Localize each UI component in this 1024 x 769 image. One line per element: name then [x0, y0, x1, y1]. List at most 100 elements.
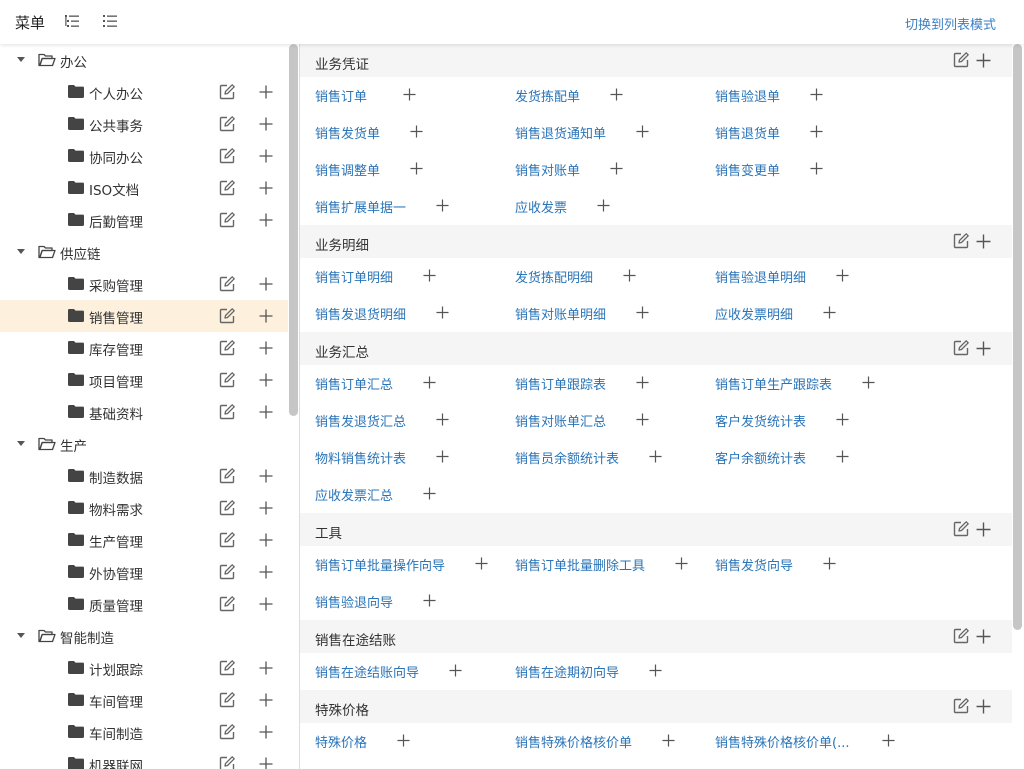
plus-icon[interactable] [423, 487, 436, 500]
plus-icon[interactable] [882, 734, 895, 747]
sidebar-item-label[interactable]: 车间管理 [89, 691, 143, 711]
caret-down-icon[interactable] [17, 441, 25, 446]
sidebar-item-label[interactable]: 后勤管理 [89, 211, 143, 231]
sidebar-item[interactable]: 个人办公 [0, 76, 288, 108]
sidebar-item[interactable]: 物料需求 [0, 492, 288, 524]
plus-icon[interactable] [259, 181, 273, 195]
menu-item-link[interactable]: 销售变更单 [715, 160, 780, 179]
sidebar-item[interactable]: 计划跟踪 [0, 652, 288, 684]
list-icon[interactable] [101, 13, 119, 31]
menu-item-link[interactable]: 销售对账单汇总 [515, 411, 606, 430]
plus-icon[interactable] [259, 405, 273, 419]
menu-item-link[interactable]: 销售发货向导 [715, 555, 793, 574]
edit-icon[interactable] [952, 697, 970, 715]
plus-icon[interactable] [836, 413, 849, 426]
plus-icon[interactable] [436, 413, 449, 426]
caret-down-icon[interactable] [17, 633, 25, 638]
plus-icon[interactable] [259, 597, 273, 611]
sidebar-group[interactable]: 生产 [0, 428, 288, 460]
plus-icon[interactable] [259, 725, 273, 739]
sidebar-item-label[interactable]: 销售管理 [89, 307, 143, 327]
plus-icon[interactable] [662, 734, 675, 747]
plus-icon[interactable] [259, 533, 273, 547]
menu-item-link[interactable]: 销售订单批量删除工具 [515, 555, 645, 574]
menu-item-link[interactable]: 应收发票汇总 [315, 485, 393, 504]
menu-item-link[interactable]: 特殊价格 [315, 732, 367, 751]
sidebar-item-label[interactable]: 外协管理 [89, 563, 143, 583]
menu-item-link[interactable]: 发货拣配明细 [515, 267, 593, 286]
menu-item-link[interactable]: 销售对账单明细 [515, 304, 606, 323]
edit-icon[interactable] [952, 520, 970, 538]
edit-icon[interactable] [218, 83, 236, 101]
plus-icon[interactable] [449, 664, 462, 677]
sidebar-item-label[interactable]: 质量管理 [89, 595, 143, 615]
sidebar-item[interactable]: 项目管理 [0, 364, 288, 396]
plus-icon[interactable] [423, 376, 436, 389]
menu-item-link[interactable]: 销售特殊价格核价单 [515, 732, 632, 751]
plus-icon[interactable] [423, 269, 436, 282]
edit-icon[interactable] [218, 531, 236, 549]
plus-icon[interactable] [475, 557, 488, 570]
sidebar-item-label[interactable]: 项目管理 [89, 371, 143, 391]
edit-icon[interactable] [952, 339, 970, 357]
sidebar-group[interactable]: 办公 [0, 44, 288, 76]
plus-icon[interactable] [649, 664, 662, 677]
plus-icon[interactable] [259, 693, 273, 707]
menu-item-link[interactable]: 销售退货单 [715, 123, 780, 142]
menu-item-link[interactable]: 销售特殊价格核价单(... [715, 732, 849, 751]
plus-icon[interactable] [610, 88, 623, 101]
sidebar-item[interactable]: 制造数据 [0, 460, 288, 492]
edit-icon[interactable] [952, 51, 970, 69]
plus-icon[interactable] [836, 269, 849, 282]
plus-icon[interactable] [259, 309, 273, 323]
plus-icon[interactable] [636, 125, 649, 138]
plus-icon[interactable] [436, 306, 449, 319]
sidebar-item[interactable]: 销售管理 [0, 300, 288, 332]
plus-icon[interactable] [259, 469, 273, 483]
edit-icon[interactable] [218, 147, 236, 165]
menu-item-link[interactable]: 销售验退单明细 [715, 267, 806, 286]
edit-icon[interactable] [952, 232, 970, 250]
plus-icon[interactable] [436, 450, 449, 463]
menu-item-link[interactable]: 销售扩展单据一 [315, 197, 406, 216]
plus-icon[interactable] [976, 234, 991, 249]
plus-icon[interactable] [259, 85, 273, 99]
edit-icon[interactable] [218, 403, 236, 421]
sidebar-item-label[interactable]: 采购管理 [89, 275, 143, 295]
sidebar-group[interactable]: 智能制造 [0, 620, 288, 652]
sidebar-item-label[interactable]: 计划跟踪 [89, 659, 143, 679]
plus-icon[interactable] [823, 306, 836, 319]
switch-to-list-mode-link[interactable]: 切换到列表模式 [905, 14, 996, 33]
plus-icon[interactable] [259, 661, 273, 675]
sidebar-item-label[interactable]: 协同办公 [89, 147, 143, 167]
sidebar-item-label[interactable]: 库存管理 [89, 339, 143, 359]
menu-item-link[interactable]: 销售订单明细 [315, 267, 393, 286]
sidebar-item[interactable]: 采购管理 [0, 268, 288, 300]
sidebar-item[interactable]: 生产管理 [0, 524, 288, 556]
plus-icon[interactable] [259, 213, 273, 227]
plus-icon[interactable] [636, 376, 649, 389]
edit-icon[interactable] [218, 691, 236, 709]
sidebar-item[interactable]: 基础资料 [0, 396, 288, 428]
sidebar-item[interactable]: 车间制造 [0, 716, 288, 748]
sidebar-item-label[interactable]: 物料需求 [89, 499, 143, 519]
plus-icon[interactable] [259, 117, 273, 131]
sidebar-item[interactable]: 车间管理 [0, 684, 288, 716]
sidebar-item[interactable]: 协同办公 [0, 140, 288, 172]
edit-icon[interactable] [218, 467, 236, 485]
sidebar-item[interactable]: 后勤管理 [0, 204, 288, 236]
menu-item-link[interactable]: 销售退货通知单 [515, 123, 606, 142]
menu-item-link[interactable]: 销售员余额统计表 [515, 448, 619, 467]
sidebar-item[interactable]: 外协管理 [0, 556, 288, 588]
menu-item-link[interactable]: 销售订单跟踪表 [515, 374, 606, 393]
menu-item-link[interactable]: 销售订单批量操作向导 [315, 555, 445, 574]
sidebar-item-label[interactable]: 公共事务 [89, 115, 143, 135]
edit-icon[interactable] [218, 115, 236, 133]
plus-icon[interactable] [862, 376, 875, 389]
sidebar-group-label[interactable]: 供应链 [60, 243, 101, 263]
edit-icon[interactable] [218, 339, 236, 357]
sidebar-group-label[interactable]: 生产 [60, 435, 87, 455]
plus-icon[interactable] [610, 162, 623, 175]
plus-icon[interactable] [410, 125, 423, 138]
edit-icon[interactable] [218, 499, 236, 517]
